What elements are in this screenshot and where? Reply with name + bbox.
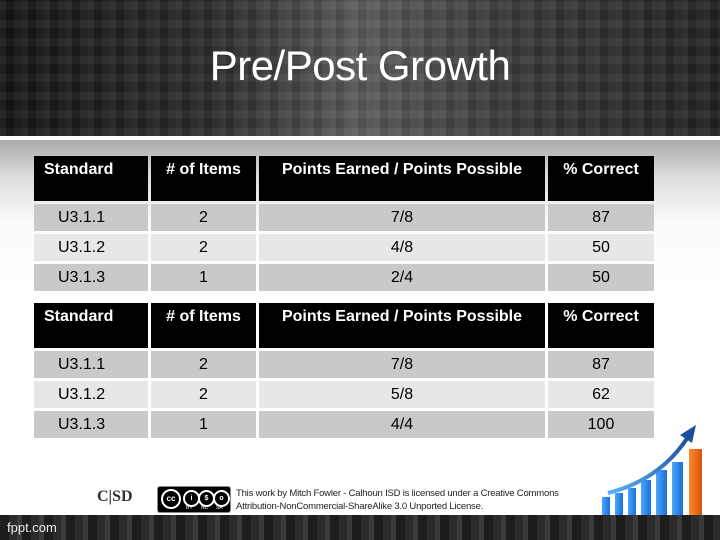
table-row: U3.1.2 2 4/8 50 <box>34 234 654 261</box>
cc-icon: cc <box>161 489 181 509</box>
cell-points: 7/8 <box>259 204 545 231</box>
cell-items: 2 <box>151 351 256 378</box>
bottom-bar <box>0 515 720 540</box>
growth-bar-highlight <box>689 449 702 515</box>
table-header-row: Standard # of Items Points Earned / Poin… <box>34 303 654 348</box>
table-header-row: Standard # of Items Points Earned / Poin… <box>34 156 654 201</box>
license-text[interactable]: This work by Mitch Fowler - Calhoun ISD … <box>236 487 559 513</box>
growth-bar <box>672 462 683 515</box>
by-label: BY <box>186 505 193 511</box>
cell-standard: U3.1.3 <box>34 411 148 438</box>
cell-percent: 87 <box>548 351 654 378</box>
creative-commons-badge[interactable]: cc i $ o BY NC SA <box>157 486 231 513</box>
cell-percent: 62 <box>548 381 654 408</box>
sa-label: SA <box>216 505 223 511</box>
brand-link[interactable]: fppt.com <box>7 520 57 535</box>
cell-points: 5/8 <box>259 381 545 408</box>
cell-items: 1 <box>151 264 256 291</box>
cell-standard: U3.1.1 <box>34 351 148 378</box>
growth-chart-icon <box>602 425 702 515</box>
column-header-points: Points Earned / Points Possible <box>259 303 545 348</box>
cell-percent: 50 <box>548 234 654 261</box>
growth-bar <box>628 488 636 515</box>
cell-points: 2/4 <box>259 264 545 291</box>
column-header-percent: % Correct <box>548 303 654 348</box>
post-test-table: Standard # of Items Points Earned / Poin… <box>31 300 657 441</box>
cell-standard: U3.1.2 <box>34 234 148 261</box>
column-header-standard: Standard <box>34 303 148 348</box>
column-header-items: # of Items <box>151 303 256 348</box>
license-line-2: Attribution-NonCommercial-ShareAlike 3.0… <box>236 501 484 512</box>
cell-percent: 87 <box>548 204 654 231</box>
column-header-items: # of Items <box>151 156 256 201</box>
column-header-standard: Standard <box>34 156 148 201</box>
cell-items: 2 <box>151 204 256 231</box>
nc-label: NC <box>201 505 209 511</box>
growth-bar <box>602 497 610 515</box>
column-header-points: Points Earned / Points Possible <box>259 156 545 201</box>
growth-arrow-head <box>680 425 696 443</box>
cell-items: 2 <box>151 234 256 261</box>
table-row: U3.1.3 1 4/4 100 <box>34 411 654 438</box>
column-header-percent: % Correct <box>548 156 654 201</box>
cell-points: 4/8 <box>259 234 545 261</box>
cell-points: 7/8 <box>259 351 545 378</box>
cisd-logo: C|SD <box>97 488 133 505</box>
growth-bar <box>656 470 667 515</box>
license-line-1: This work by Mitch Fowler - Calhoun ISD … <box>236 488 559 499</box>
cell-standard: U3.1.1 <box>34 204 148 231</box>
table-row: U3.1.3 1 2/4 50 <box>34 264 654 291</box>
growth-bar <box>615 493 623 515</box>
cell-items: 2 <box>151 381 256 408</box>
slide-title: Pre/Post Growth <box>209 42 511 89</box>
pre-test-table: Standard # of Items Points Earned / Poin… <box>31 153 657 294</box>
cell-standard: U3.1.2 <box>34 381 148 408</box>
table-row: U3.1.2 2 5/8 62 <box>34 381 654 408</box>
cell-points: 4/4 <box>259 411 545 438</box>
cell-standard: U3.1.3 <box>34 264 148 291</box>
table-row: U3.1.1 2 7/8 87 <box>34 351 654 378</box>
table-row: U3.1.1 2 7/8 87 <box>34 204 654 231</box>
growth-bar <box>641 480 651 515</box>
cell-percent: 50 <box>548 264 654 291</box>
cell-items: 1 <box>151 411 256 438</box>
